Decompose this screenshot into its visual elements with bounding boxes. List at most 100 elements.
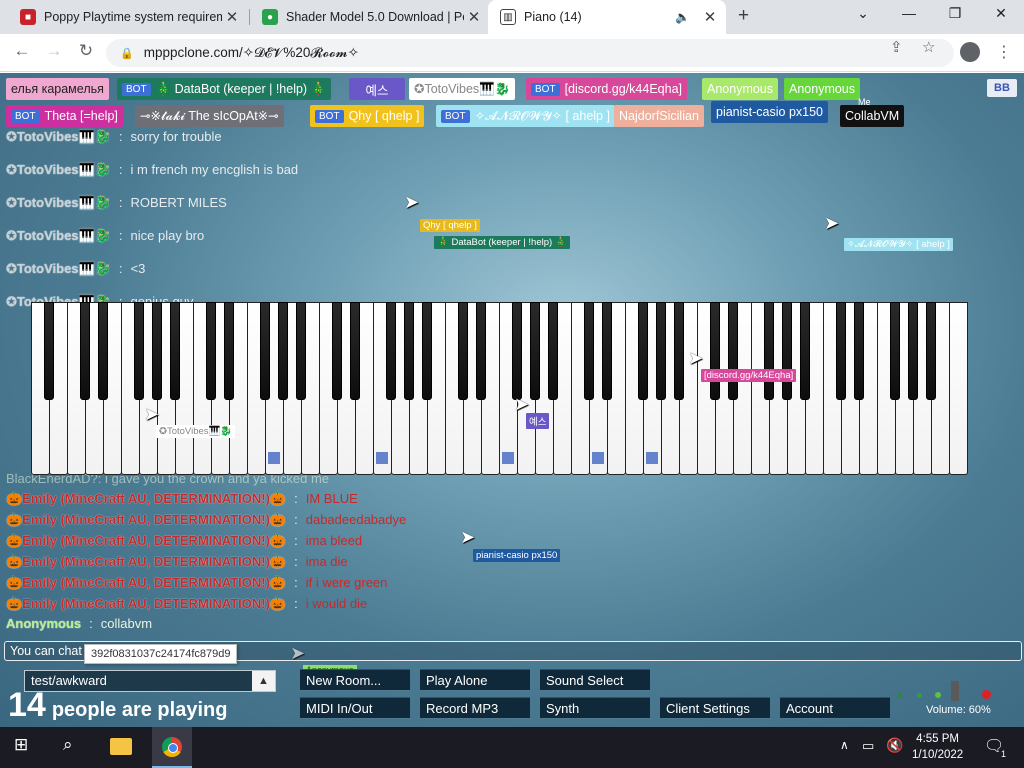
reload-icon[interactable]: ↻ xyxy=(74,41,98,61)
player-tag[interactable]: NajdorfSicilian xyxy=(614,105,704,127)
black-key[interactable] xyxy=(259,302,271,400)
black-key[interactable] xyxy=(727,302,739,400)
close-tab-icon[interactable]: ✕ xyxy=(700,8,720,26)
tab-piano[interactable]: ▥ Piano (14) 🔈 ✕ xyxy=(488,0,726,34)
black-key[interactable] xyxy=(835,302,847,400)
share-icon[interactable]: ⇪ xyxy=(890,38,903,56)
piano-keyboard[interactable] xyxy=(31,302,968,475)
black-key[interactable] xyxy=(223,302,235,400)
black-key[interactable] xyxy=(529,302,541,400)
black-key[interactable] xyxy=(601,302,613,400)
tab-shader-model[interactable]: ● Shader Model 5.0 Download | Pe ✕ xyxy=(250,0,490,34)
black-key[interactable] xyxy=(907,302,919,400)
player-tag[interactable]: BOT Theta [=help] xyxy=(6,105,123,127)
black-key[interactable] xyxy=(475,302,487,400)
sound-select-button[interactable]: Sound Select xyxy=(540,669,650,691)
black-key[interactable] xyxy=(637,302,649,400)
player-tag[interactable]: елья карамелья xyxy=(6,78,109,100)
profile-avatar-icon[interactable] xyxy=(960,42,980,62)
close-window-icon[interactable]: ✕ xyxy=(986,5,1016,22)
black-key[interactable] xyxy=(709,302,721,400)
search-icon[interactable]: ⌕ xyxy=(63,735,73,755)
synth-button[interactable]: Synth xyxy=(540,697,650,719)
black-key[interactable] xyxy=(133,302,145,400)
player-tag[interactable]: ⊸※𝓽𝓪𝓴𝓲 The sIcOpAt※⊸ xyxy=(135,105,284,127)
black-key[interactable] xyxy=(349,302,361,400)
new-tab-button[interactable]: + xyxy=(738,5,749,27)
clock[interactable]: 4:55 PM 1/10/2022 xyxy=(912,731,963,763)
url-bar[interactable]: 🔒 mpppclone.com/✧𝓓𝓔𝓥%20𝓡𝓸𝓸𝓶✧ xyxy=(106,39,954,67)
record-mp3-button[interactable]: Record MP3 xyxy=(420,697,530,719)
player-tag[interactable]: BOT Qhy [ qhelp ] xyxy=(310,105,425,127)
chrome-taskbar-icon[interactable] xyxy=(152,727,192,768)
player-tag[interactable]: pianist-casio px150 xyxy=(711,101,829,123)
bookmark-star-icon[interactable]: ☆ xyxy=(922,38,935,56)
tab-favicon-icon: ■ xyxy=(20,9,36,25)
black-key[interactable] xyxy=(547,302,559,400)
black-key[interactable] xyxy=(277,302,289,400)
black-key[interactable] xyxy=(169,302,181,400)
black-key[interactable] xyxy=(583,302,595,400)
black-key[interactable] xyxy=(331,302,343,400)
minimize-icon[interactable]: — xyxy=(894,5,924,21)
speaker-muted-icon[interactable]: 🔇 xyxy=(886,737,903,754)
chat-message: 🎃Emily (MineCraft AU, DETERMINATION!)🎃: d… xyxy=(6,512,407,527)
black-key[interactable] xyxy=(763,302,775,400)
black-key[interactable] xyxy=(781,302,793,400)
client-settings-button[interactable]: Client Settings xyxy=(660,697,770,719)
black-key[interactable] xyxy=(403,302,415,400)
black-key[interactable] xyxy=(79,302,91,400)
play-alone-button[interactable]: Play Alone xyxy=(420,669,530,691)
tab-poppy-playtime[interactable]: ■ Poppy Playtime system requirem ✕ xyxy=(8,0,248,34)
black-key[interactable] xyxy=(853,302,865,400)
player-tag[interactable]: ✪TotoVibes🎹🐉 xyxy=(409,78,516,100)
account-button[interactable]: Account xyxy=(780,697,890,719)
bb-button[interactable]: BB xyxy=(987,79,1017,97)
player-tag[interactable]: BOT ✧𝓐𝓝𝓡𝓞𝓦𝓨✧ [ ahelp ] xyxy=(436,105,615,127)
lock-icon[interactable]: 🔒 xyxy=(120,47,134,60)
black-key[interactable] xyxy=(43,302,55,400)
cursor-arrow-icon: ➤ xyxy=(144,404,160,424)
file-explorer-icon[interactable] xyxy=(110,738,132,755)
black-key[interactable] xyxy=(421,302,433,400)
piano-room-page: елья карамелья BOT 🎄 DataBot (keeper | !h… xyxy=(0,73,1024,727)
player-tag[interactable]: Anonymous xyxy=(702,78,779,100)
player-tag[interactable]: Anonymous xyxy=(784,78,861,100)
network-icon[interactable]: ▭ xyxy=(862,738,874,754)
volume-knob[interactable] xyxy=(951,681,959,701)
tray-chevron-icon[interactable]: ∧ xyxy=(840,738,849,752)
black-key[interactable] xyxy=(457,302,469,400)
player-tag[interactable]: BOT 🎄 DataBot (keeper | !help) 🎄 xyxy=(117,78,332,100)
black-key[interactable] xyxy=(889,302,901,400)
black-key[interactable] xyxy=(511,302,523,400)
player-tag-self[interactable]: Me CollabVM xyxy=(840,97,905,127)
player-tag[interactable]: 예스 xyxy=(349,78,405,100)
room-dropdown-arrow-icon[interactable]: ▲ xyxy=(252,671,275,691)
start-windows-icon[interactable]: ⊞ xyxy=(14,735,28,755)
black-key[interactable] xyxy=(385,302,397,400)
black-key[interactable] xyxy=(205,302,217,400)
black-key[interactable] xyxy=(151,302,163,400)
midi-button[interactable]: MIDI In/Out xyxy=(300,697,410,719)
menu-kebab-icon[interactable]: ⋮ xyxy=(996,42,1012,62)
black-key[interactable] xyxy=(673,302,685,400)
player-tag[interactable]: BOT [discord.gg/k44Eqha] xyxy=(526,78,688,100)
chat-message: ✪TotoVibes🎹🐉: ROBERT MILES xyxy=(6,195,227,210)
back-icon[interactable]: ← xyxy=(10,41,34,61)
new-room-button[interactable]: New Room... xyxy=(300,669,410,691)
white-key[interactable] xyxy=(949,302,968,475)
restore-icon[interactable]: ❐ xyxy=(940,5,970,22)
forward-icon[interactable]: → xyxy=(42,41,66,61)
black-key[interactable] xyxy=(655,302,667,400)
url-text[interactable]: mpppclone.com/✧𝓓𝓔𝓥%20𝓡𝓸𝓸𝓶✧ xyxy=(144,45,359,61)
close-tab-icon[interactable]: ✕ xyxy=(222,8,242,26)
black-key[interactable] xyxy=(925,302,937,400)
audio-playing-icon[interactable]: 🔈 xyxy=(675,10,690,24)
chat-message: ✪TotoVibes🎹🐉: <3 xyxy=(6,261,146,276)
tab-search-icon[interactable]: ⌄ xyxy=(848,5,878,22)
black-key[interactable] xyxy=(799,302,811,400)
black-key[interactable] xyxy=(97,302,109,400)
close-tab-icon[interactable]: ✕ xyxy=(464,8,484,26)
black-key[interactable] xyxy=(295,302,307,400)
volume-label: Volume: 60% xyxy=(926,704,991,716)
